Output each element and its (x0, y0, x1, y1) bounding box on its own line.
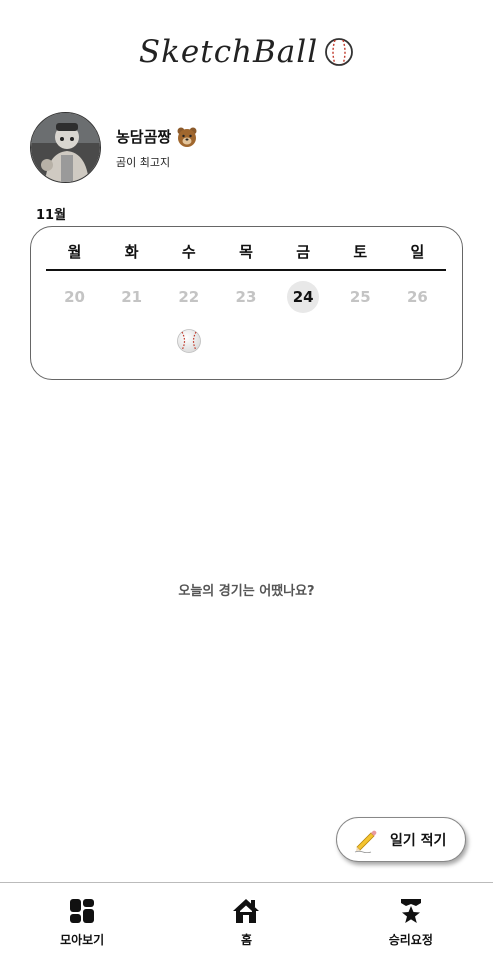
calendar-marks (46, 327, 446, 355)
weekday-thu: 목 (239, 243, 253, 261)
date-number: 22 (178, 288, 200, 306)
write-diary-label: 일기 적기 (390, 832, 447, 849)
home-icon (233, 899, 260, 923)
grid-icon (70, 899, 95, 923)
calendar-date[interactable]: 22 (160, 281, 217, 313)
profile-section: 농담곰짱 곰이 최고지 (30, 112, 198, 183)
weekday-wed: 수 (181, 243, 196, 261)
calendar-mark-slot (389, 327, 446, 355)
calendar-mark-slot (46, 327, 103, 355)
baseball-icon (325, 38, 354, 66)
date-number: 23 (235, 288, 257, 306)
nav-item-victory-fairy[interactable]: 승리요정 (351, 883, 471, 960)
nav-label-victory-fairy: 승리요정 (388, 933, 433, 947)
nav-label-home: 홈 (240, 933, 252, 947)
date-number: 26 (407, 288, 428, 306)
calendar-date[interactable]: 23 (217, 281, 274, 313)
trophy-star-icon (400, 899, 421, 923)
avatar-image (31, 113, 100, 182)
calendar-mark-slot[interactable] (160, 327, 217, 355)
calendar-date[interactable]: 21 (103, 281, 160, 313)
baseball-icon (176, 329, 201, 353)
calendar-mark-slot (275, 327, 332, 355)
pencil-icon (354, 830, 377, 853)
calendar-date[interactable]: 20 (46, 281, 103, 313)
app-logo-text: SketchBall (138, 34, 319, 70)
calendar-dates: 20 21 22 23 24 25 26 (46, 281, 446, 313)
date-number: 20 (64, 288, 85, 306)
calendar-date[interactable]: 26 (389, 281, 446, 313)
calendar-weekdays: 월 화 수 목 금 토 일 (46, 241, 446, 262)
calendar-mark-slot (332, 327, 389, 355)
calendar-mark-slot (103, 327, 160, 355)
app-header: SketchBall (0, 28, 493, 76)
nav-item-home[interactable]: 홈 (186, 883, 306, 960)
empty-state-message: 오늘의 경기는 어땠나요? (178, 584, 315, 599)
weekday-tue: 화 (124, 243, 139, 261)
profile-text: 농담곰짱 곰이 최고지 (116, 126, 198, 170)
calendar-date[interactable]: 25 (332, 281, 389, 313)
weekday-sun: 일 (410, 243, 425, 261)
weekday-sat: 토 (353, 243, 368, 261)
profile-name-row: 농담곰짱 (116, 126, 198, 148)
weekly-calendar: 월 화 수 목 금 토 일 20 21 22 23 24 25 26 (30, 226, 463, 380)
date-number: 21 (121, 288, 143, 306)
date-number: 25 (349, 288, 371, 306)
nav-item-collection[interactable]: 모아보기 (22, 883, 142, 960)
weekday-mon: 월 (67, 243, 82, 261)
bottom-navigation: 모아보기 홈 승리요정 (0, 882, 493, 960)
profile-bio: 곰이 최고지 (116, 155, 171, 169)
calendar-mark-slot (217, 327, 274, 355)
avatar[interactable] (30, 112, 101, 183)
nav-label-collection: 모아보기 (60, 933, 105, 947)
calendar-date-today[interactable]: 24 (275, 281, 332, 313)
bear-face-icon (177, 127, 197, 147)
calendar-divider (46, 269, 446, 271)
weekday-fri: 금 (296, 243, 311, 261)
write-diary-button[interactable]: 일기 적기 (336, 817, 466, 862)
month-label: 11월 (36, 208, 67, 223)
profile-name: 농담곰짱 (116, 128, 172, 146)
date-number: 24 (292, 288, 314, 306)
